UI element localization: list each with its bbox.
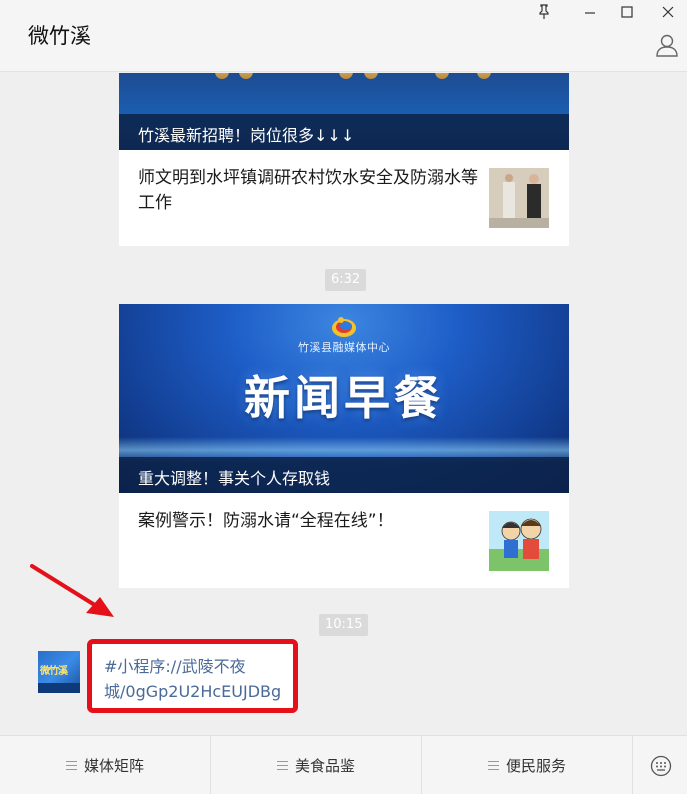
cover-decoration: [339, 73, 353, 79]
maximize-button[interactable]: [616, 2, 638, 22]
cover-decoration: [435, 73, 449, 79]
menu-item-label: 美食品鉴: [294, 757, 355, 775]
news-cover[interactable]: 竹溪最新招聘！岗位很多↓↓↓: [119, 73, 569, 150]
mini-program-link[interactable]: #小程序://武陵不夜城/0gGp2U2HcEUJDBg: [104, 657, 281, 701]
menu-item-label: 便民服务: [505, 757, 566, 775]
cover-decoration: [215, 73, 229, 79]
cover-decoration: [477, 73, 491, 79]
menu-item-public-service[interactable]: 便民服务: [422, 736, 633, 794]
profile-icon: [656, 34, 678, 57]
minimize-icon: [585, 12, 595, 14]
media-center-name: 竹溪县融媒体中心: [298, 341, 390, 354]
menu-icon: [487, 761, 499, 770]
pin-button[interactable]: [533, 2, 555, 22]
cover-decoration: [364, 73, 378, 79]
article-thumbnail: [489, 168, 549, 228]
mini-program-link-message[interactable]: #小程序://武陵不夜城/0gGp2U2HcEUJDBg: [87, 639, 298, 713]
article-title: 案例警示！防溺水请“全程在线”！: [138, 511, 394, 531]
pin-icon: [539, 4, 549, 19]
news-headline[interactable]: 竹溪最新招聘！岗位很多↓↓↓: [119, 114, 569, 150]
title-bar: 微竹溪: [0, 0, 687, 72]
menu-item-food-tasting[interactable]: 美食品鉴: [211, 736, 422, 794]
news-card[interactable]: 竹溪县融媒体中心 新闻早餐 重大调整！事关个人存取钱 案例警示！防溺水请“全程在…: [119, 304, 569, 588]
article-thumbnail: [489, 511, 549, 571]
message-timestamp: 10:15: [319, 614, 369, 636]
maximize-icon: [621, 6, 633, 18]
article-title: 师文明到水坪镇调研农村饮水安全及防溺水等工作: [138, 168, 478, 213]
banner-title: 新闻早餐: [244, 371, 444, 425]
close-button[interactable]: [657, 2, 679, 22]
menu-item-label: 媒体矩阵: [83, 757, 144, 775]
arrow-annotation: [30, 564, 114, 617]
news-article-item[interactable]: 师文明到水坪镇调研农村饮水安全及防溺水等工作: [119, 150, 569, 246]
message-timestamp: 6:32: [325, 269, 367, 291]
news-article-item[interactable]: 案例警示！防溺水请“全程在线”！: [119, 493, 569, 589]
news-headline[interactable]: 重大调整！事关个人存取钱: [119, 457, 569, 493]
profile-button[interactable]: [654, 32, 680, 58]
minimize-button[interactable]: [579, 2, 601, 22]
menu-icon: [65, 761, 77, 770]
menu-icon: [276, 761, 288, 770]
avatar-text: 微竹溪: [40, 666, 68, 677]
chat-area[interactable]: 竹溪最新招聘！岗位很多↓↓↓ 师文明到水坪镇调研农村饮水安全及防溺水等工作 6:…: [0, 73, 687, 735]
window-title: 微竹溪: [28, 24, 91, 48]
keyboard-toggle-button[interactable]: [634, 736, 687, 794]
cover-decoration: [239, 73, 253, 79]
menu-item-media-matrix[interactable]: 媒体矩阵: [0, 736, 211, 794]
keyboard-icon: [650, 755, 671, 776]
close-icon: [662, 6, 674, 18]
news-cover[interactable]: 竹溪县融媒体中心 新闻早餐 重大调整！事关个人存取钱: [119, 304, 569, 493]
bottom-menu: 媒体矩阵 美食品鉴 便民服务: [0, 735, 687, 794]
avatar[interactable]: 微竹溪: [38, 651, 80, 693]
news-card[interactable]: 竹溪最新招聘！岗位很多↓↓↓ 师文明到水坪镇调研农村饮水安全及防溺水等工作: [119, 73, 569, 246]
